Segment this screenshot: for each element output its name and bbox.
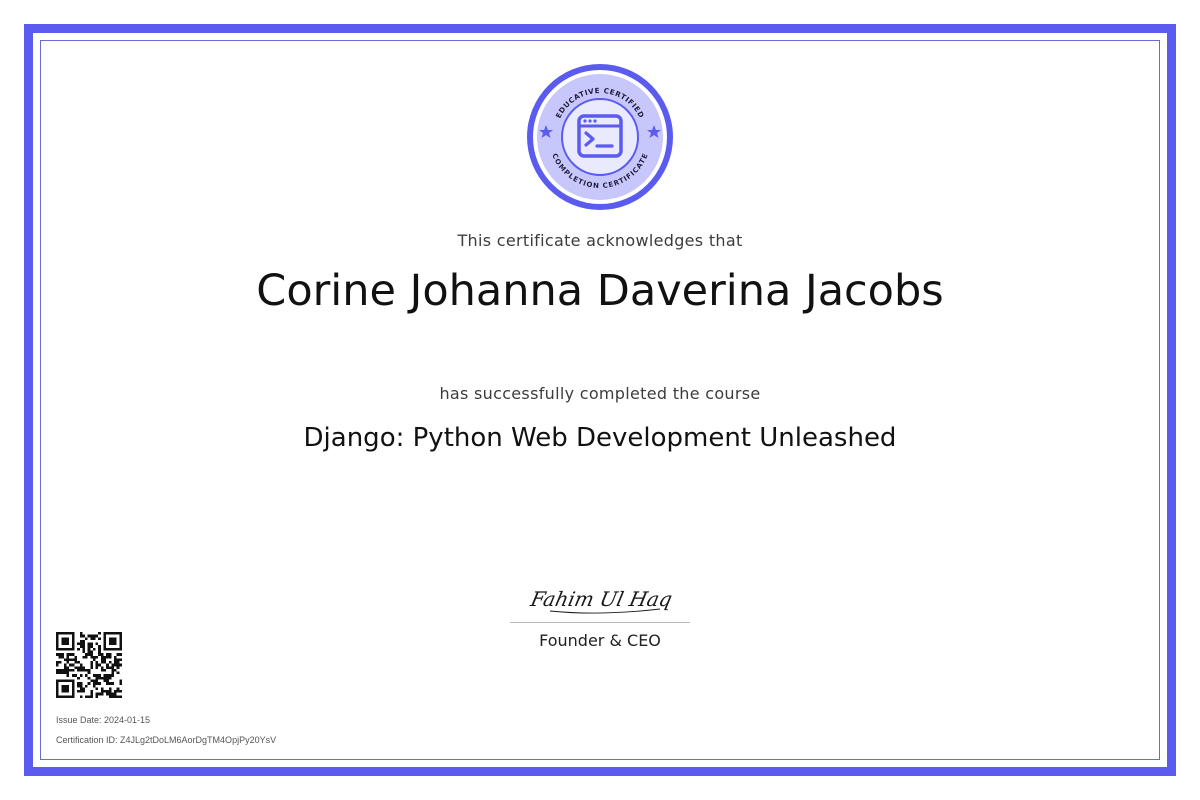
signature-text: Fahim Ul Haq [528, 587, 675, 611]
course-title: Django: Python Web Development Unleashed [303, 423, 897, 453]
completion-seal: EDUCATIVE CERTIFIED COMPLETION CERTIFICA… [527, 64, 673, 210]
verification-qr-code[interactable] [56, 632, 122, 698]
signature-line [510, 622, 690, 623]
signer-title: Founder & CEO [539, 631, 661, 650]
completion-text: has successfully completed the course [439, 384, 761, 403]
acknowledgement-text: This certificate acknowledges that [457, 231, 743, 250]
issue-date: Issue Date: 2024-01-15 [56, 715, 151, 725]
recipient-name: Corine Johanna Daverina Jacobs [256, 266, 944, 316]
certification-id: Certification ID: Z4JLg2tDoLM6AorDgTM4Op… [56, 735, 277, 745]
signature: Fahim Ul Haq [528, 587, 675, 614]
